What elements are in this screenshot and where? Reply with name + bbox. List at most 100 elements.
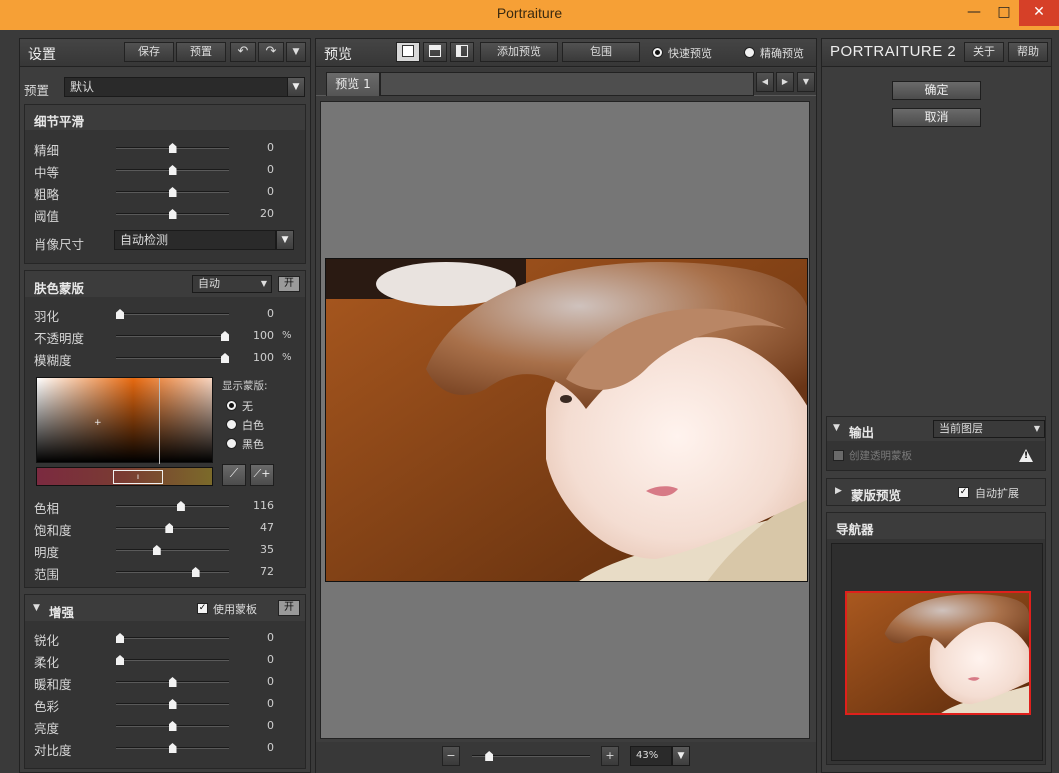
enhance-on-button[interactable]: 开 bbox=[278, 600, 300, 616]
output-layer-value: 当前图层 bbox=[939, 422, 983, 435]
slider-value: 0 bbox=[267, 719, 274, 732]
zoom-value-select[interactable]: 43% bbox=[630, 746, 672, 766]
slider-track[interactable] bbox=[116, 549, 229, 551]
slider-unit: % bbox=[282, 352, 292, 363]
slider-label: 模糊度 bbox=[34, 353, 72, 368]
preview-tabbar: 预览 1 ◀ ▶ ▼ bbox=[316, 68, 816, 96]
output-chevron-down-icon: ▼ bbox=[1033, 424, 1040, 433]
tab-menu-icon[interactable]: ▼ bbox=[797, 72, 815, 92]
zoom-out-button[interactable]: − bbox=[442, 746, 460, 766]
slider-value: 0 bbox=[267, 653, 274, 666]
slider-track[interactable] bbox=[116, 505, 229, 507]
save-button[interactable]: 保存 bbox=[124, 42, 174, 62]
slider-label: 阈值 bbox=[34, 209, 60, 224]
preset-dropdown-icon[interactable]: ▼ bbox=[287, 77, 305, 97]
slider-track[interactable] bbox=[116, 571, 229, 573]
slider-value: 100 bbox=[253, 329, 274, 342]
create-transparent-mask-checkbox[interactable] bbox=[833, 450, 844, 461]
skin-mode-chevron-down-icon: ▼ bbox=[260, 279, 267, 288]
skin-mask-title: 肤色蒙版 bbox=[34, 281, 85, 296]
split-horizontal-icon[interactable] bbox=[423, 42, 447, 62]
portrait-size-select[interactable]: 自动检测 bbox=[114, 230, 276, 250]
zoom-in-button[interactable]: + bbox=[601, 746, 619, 766]
tab-scroll-right-icon[interactable]: ▶ bbox=[776, 72, 794, 92]
eyedropper-add-icon[interactable]: ⟋+ bbox=[250, 464, 274, 486]
mask-option-radio[interactable] bbox=[226, 438, 237, 449]
navigator-thumbnail-image bbox=[847, 593, 1029, 713]
use-mask-checkbox[interactable]: ✓ bbox=[197, 603, 208, 614]
eyedropper-icon[interactable]: ⟋ bbox=[222, 464, 246, 486]
cancel-button[interactable]: 取消 bbox=[892, 108, 981, 127]
undo-icon[interactable]: ↶ bbox=[230, 42, 256, 62]
output-title: 输出 bbox=[849, 425, 875, 440]
slider-track[interactable] bbox=[116, 313, 229, 315]
slider-label: 亮度 bbox=[34, 721, 60, 736]
auto-expand-label: 自动扩展 bbox=[975, 487, 1019, 500]
tab-scroll-left-icon[interactable]: ◀ bbox=[756, 72, 774, 92]
mask-option-radio[interactable] bbox=[226, 400, 237, 411]
skin-mask-on-button[interactable]: 开 bbox=[278, 276, 300, 292]
zoom-dropdown-icon[interactable]: ▼ bbox=[672, 746, 690, 766]
window-titlebar: Portraiture — □ ✕ bbox=[0, 0, 1059, 30]
hue-strip[interactable]: ı bbox=[36, 467, 213, 486]
slider-label: 范围 bbox=[34, 567, 60, 582]
detail-smoothing-title: 细节平滑 bbox=[34, 114, 85, 129]
mask-option-label: 黑色 bbox=[242, 438, 264, 451]
slider-label: 不透明度 bbox=[34, 331, 85, 346]
enhance-collapse-icon[interactable]: ▼ bbox=[33, 603, 40, 613]
navigator-view-rect[interactable] bbox=[845, 591, 1031, 715]
split-vertical-icon[interactable] bbox=[450, 42, 474, 62]
help-button[interactable]: 帮助 bbox=[1008, 42, 1048, 62]
preset-select[interactable]: 默认 bbox=[64, 77, 288, 97]
settings-menu-icon[interactable]: ▼ bbox=[286, 42, 306, 62]
slider-track[interactable] bbox=[116, 637, 229, 639]
redo-icon[interactable]: ↷ bbox=[258, 42, 284, 62]
skin-mask-mode-select[interactable]: 自动 ▼ bbox=[192, 275, 272, 293]
portrait-size-dropdown-icon[interactable]: ▼ bbox=[276, 230, 294, 250]
slider-track[interactable] bbox=[116, 335, 229, 337]
minimize-button[interactable]: — bbox=[959, 0, 989, 26]
slider-label: 羽化 bbox=[34, 309, 60, 324]
slider-value: 100 bbox=[253, 351, 274, 364]
output-collapse-icon[interactable]: ▼ bbox=[833, 423, 840, 433]
slider-value: 0 bbox=[267, 697, 274, 710]
detail-smoothing-header: 细节平滑 bbox=[25, 105, 305, 130]
hue-range-box[interactable]: ı bbox=[113, 470, 163, 484]
slider-value: 0 bbox=[267, 675, 274, 688]
accurate-preview-radio[interactable] bbox=[744, 47, 755, 58]
preset-button[interactable]: 预置 bbox=[176, 42, 226, 62]
slider-track[interactable] bbox=[116, 357, 229, 359]
about-button[interactable]: 关于 bbox=[964, 42, 1004, 62]
mask-option-label: 白色 bbox=[242, 419, 264, 432]
tab-strip bbox=[380, 72, 754, 96]
accurate-preview-label: 精确预览 bbox=[760, 47, 804, 60]
mask-preview-title: 蒙版预览 bbox=[851, 488, 902, 503]
output-layer-select[interactable]: 当前图层 ▼ bbox=[933, 420, 1045, 438]
slider-value: 0 bbox=[267, 741, 274, 754]
single-view-icon[interactable] bbox=[396, 42, 420, 62]
slider-value: 47 bbox=[260, 521, 274, 534]
tab-preview-1[interactable]: 预览 1 bbox=[326, 72, 380, 96]
zoom-slider-handle[interactable] bbox=[485, 751, 494, 761]
slider-value: 35 bbox=[260, 543, 274, 556]
preview-header: 预览 添加预览 包围 快速预览 精确预览 bbox=[316, 39, 816, 67]
color-picker-crosshair-icon[interactable]: + bbox=[94, 418, 102, 428]
preview-canvas[interactable] bbox=[320, 101, 810, 739]
navigator-canvas[interactable] bbox=[831, 543, 1043, 761]
ok-button[interactable]: 确定 bbox=[892, 81, 981, 100]
auto-expand-checkbox[interactable]: ✓ bbox=[958, 487, 969, 498]
mask-preview-expand-icon[interactable]: ▶ bbox=[835, 486, 842, 496]
add-preview-button[interactable]: 添加预览 bbox=[480, 42, 558, 62]
bracket-button[interactable]: 包围 bbox=[562, 42, 640, 62]
mask-preview-header: ▶ 蒙版预览 ✓ 自动扩展 bbox=[826, 478, 1046, 506]
slider-label: 粗略 bbox=[34, 187, 60, 202]
skin-color-picker[interactable]: + bbox=[36, 377, 213, 464]
close-button[interactable]: ✕ bbox=[1019, 0, 1059, 26]
maximize-button[interactable]: □ bbox=[989, 0, 1019, 26]
navigator-title: 导航器 bbox=[836, 522, 874, 537]
mask-option-radio[interactable] bbox=[226, 419, 237, 430]
skin-mask-mode-value: 自动 bbox=[198, 277, 220, 290]
navigator-header: 导航器 bbox=[827, 513, 1045, 539]
fast-preview-radio[interactable] bbox=[652, 47, 663, 58]
slider-track[interactable] bbox=[116, 659, 229, 661]
